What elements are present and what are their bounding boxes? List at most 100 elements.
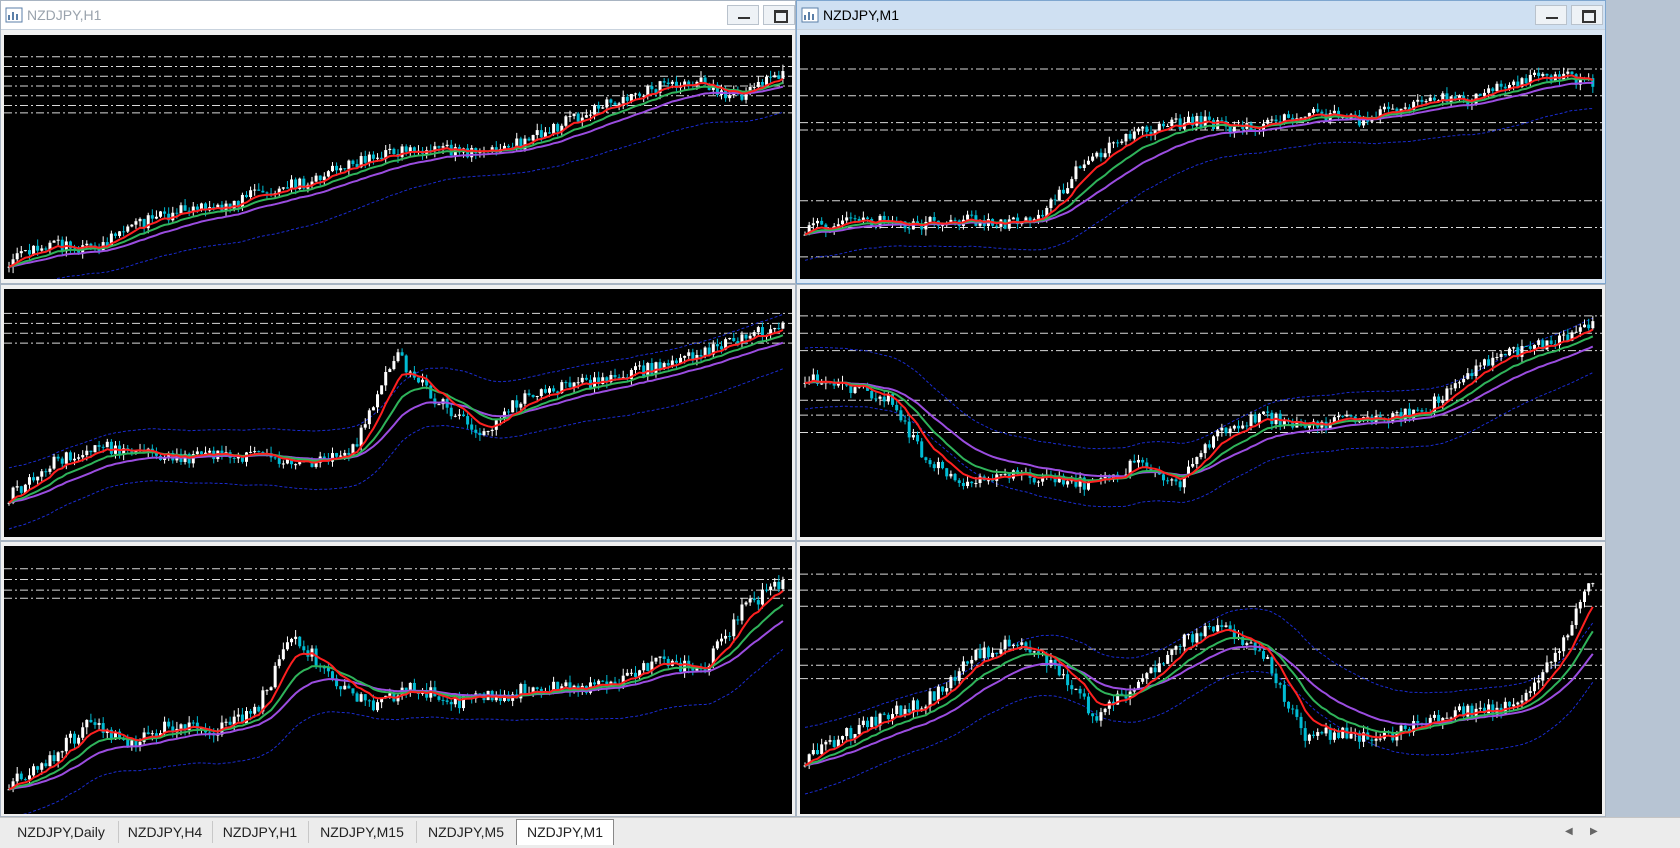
candle-body: [1466, 373, 1470, 379]
candle-body: [507, 145, 511, 148]
candle-body: [556, 123, 560, 132]
chart-plot-area[interactable]: [800, 35, 1602, 279]
tab-nzdjpy-m5[interactable]: NZDJPY,M5: [416, 821, 517, 843]
candle-body: [849, 217, 853, 219]
candle-body: [683, 355, 687, 358]
candle-body: [126, 739, 130, 747]
candle-body: [548, 132, 552, 134]
candle-body: [1566, 71, 1570, 74]
tab-nzdjpy-h4[interactable]: NZDJPY,H4: [118, 821, 213, 843]
chart-canvas: [4, 56, 792, 279]
candle-body: [52, 755, 56, 762]
candle-body: [1207, 116, 1211, 120]
tab-nzdjpy-m1[interactable]: NZDJPY,M1: [516, 819, 614, 845]
candle-body: [437, 146, 441, 148]
candle-body: [920, 441, 924, 458]
candle-body: [339, 168, 343, 171]
chart-window-m15[interactable]: [0, 284, 796, 541]
candle-body: [1074, 688, 1078, 690]
arrow-left-icon[interactable]: ◀: [1565, 826, 1573, 837]
candle-body: [597, 680, 601, 685]
chart-plot-area[interactable]: [4, 546, 792, 814]
candle-body: [820, 744, 824, 755]
candle-body: [1057, 665, 1061, 676]
candle-body: [1553, 652, 1557, 662]
candle-body: [1212, 626, 1216, 632]
candle-body: [167, 721, 171, 727]
chart-window-m1[interactable]: NZDJPY,M1: [796, 0, 1606, 284]
candle-body: [1086, 696, 1090, 714]
candle-body: [449, 701, 453, 705]
window-titlebar[interactable]: NZDJPY,M1: [797, 1, 1605, 30]
ma-fast-line: [804, 328, 1594, 484]
candle-body: [886, 714, 890, 720]
candle-body: [991, 652, 995, 658]
candle-body: [77, 737, 81, 744]
arrow-right-icon[interactable]: ▶: [1590, 826, 1598, 837]
candle-body: [576, 113, 580, 122]
candle-body: [1524, 692, 1528, 701]
candle-body: [564, 116, 568, 126]
candle-body: [1578, 327, 1582, 332]
maximize-button[interactable]: [763, 5, 795, 25]
window-title: NZDJPY,M1: [823, 7, 899, 23]
candle-body: [441, 699, 445, 701]
candle-body: [1099, 152, 1103, 158]
upper-band-line: [804, 317, 1594, 450]
candle-body: [568, 116, 572, 118]
candle-body: [281, 187, 285, 189]
tab-nzdjpy-h1[interactable]: NZDJPY,H1: [212, 821, 309, 843]
candle-body: [941, 461, 945, 469]
candle-body: [330, 671, 334, 679]
candle-body: [535, 687, 539, 689]
candle-body: [1041, 214, 1045, 217]
candle-body: [941, 225, 945, 227]
chart-plot-area[interactable]: [800, 546, 1602, 814]
chart-window-m5[interactable]: [796, 284, 1606, 541]
ma-slow-line: [8, 85, 784, 268]
candle-body: [1241, 425, 1245, 429]
maximize-button[interactable]: [1571, 5, 1603, 25]
candle-body: [388, 369, 392, 372]
candle-body: [849, 728, 853, 739]
candle-body: [531, 135, 535, 141]
candle-body: [15, 253, 19, 260]
candle-body: [1053, 199, 1057, 201]
window-titlebar[interactable]: NZDJPY,H1: [1, 1, 795, 30]
candle-body: [253, 189, 257, 191]
candle-body: [1482, 92, 1486, 96]
candle-body: [552, 388, 556, 392]
candle-body: [1312, 109, 1316, 113]
candle-body: [73, 458, 77, 461]
candle-body: [1011, 644, 1015, 647]
minimize-button[interactable]: [727, 5, 759, 25]
candle-body: [339, 686, 343, 690]
candle-body: [1207, 626, 1211, 628]
chart-window-daily[interactable]: [796, 541, 1606, 817]
chart-window-h1[interactable]: NZDJPY,H1: [0, 0, 796, 284]
candle-body: [1166, 654, 1170, 664]
minimize-button[interactable]: [1535, 5, 1567, 25]
candle-body: [175, 212, 179, 214]
candle-body: [1149, 667, 1153, 674]
tab-nzdjpy-m15[interactable]: NZDJPY,M15: [308, 821, 417, 843]
tab-nzdjpy-daily[interactable]: NZDJPY,Daily: [4, 821, 119, 843]
candle-body: [457, 414, 461, 416]
candle-body: [966, 661, 970, 664]
candle-body: [1507, 701, 1511, 707]
candle-body: [588, 114, 592, 116]
chart-plot-area[interactable]: [4, 35, 792, 279]
candle-body: [961, 482, 965, 487]
candle-body: [1420, 410, 1424, 412]
candle-body: [584, 377, 588, 380]
candle-body: [882, 215, 886, 220]
chart-window-h4[interactable]: [0, 541, 796, 817]
candle-body: [367, 700, 371, 702]
candle-body: [995, 225, 999, 227]
chart-plot-area[interactable]: [4, 289, 792, 537]
candle-body: [1574, 331, 1578, 333]
candle-body: [752, 332, 756, 336]
chart-plot-area[interactable]: [800, 289, 1602, 537]
candle-body: [60, 239, 64, 252]
candle-body: [44, 248, 48, 250]
